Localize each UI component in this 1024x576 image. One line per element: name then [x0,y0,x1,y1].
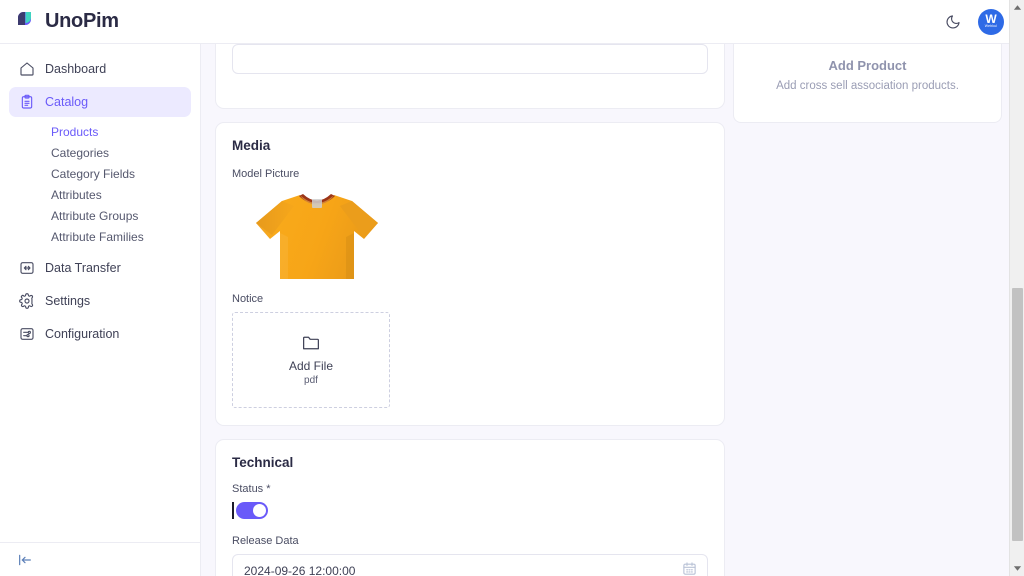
sidebar-item-configuration[interactable]: Configuration [9,319,191,349]
previous-section-spacer [216,74,724,108]
status-toggle-row [232,502,708,519]
brand-logo[interactable]: UnoPim [14,9,119,35]
status-toggle-knob [252,504,266,517]
avatar[interactable]: W Webkul [978,8,1004,35]
unopim-logo-icon [14,9,40,35]
media-card: Media Model Picture Notice Add File pdf [215,122,725,426]
notice-label: Notice [232,293,264,305]
folder-icon [301,334,321,357]
clipboard-icon [18,94,35,111]
scroll-up-arrow[interactable] [1010,0,1024,15]
text-caret [232,502,234,519]
sidebar-item-dashboard[interactable]: Dashboard [9,54,191,84]
sidebar-item-label: Dashboard [45,62,107,76]
sidebar-item-settings[interactable]: Settings [9,286,191,316]
sidebar-item-label: Settings [45,294,91,308]
status-label: Status * [232,483,271,495]
sidebar-item-catalog[interactable]: Catalog [9,87,191,117]
add-product-title[interactable]: Add Product [750,58,985,73]
home-icon [18,61,35,78]
sidebar-item-attribute-families[interactable]: Attribute Families [9,226,191,247]
scrollbar-thumb[interactable] [1012,288,1023,541]
gear-icon [18,293,35,310]
model-picture-label: Model Picture [232,168,300,180]
sidebar-subitem-label: Category Fields [51,166,136,181]
main-left-column: Media Model Picture Notice Add File pdf … [201,44,725,576]
avatar-initial: W [985,12,997,26]
tshirt-image [256,194,378,279]
app-header: UnoPim W Webkul [0,0,1024,44]
add-file-label: Add File [288,359,334,373]
sidebar-footer [0,542,200,576]
brand-name: UnoPim [45,10,119,32]
add-file-sublabel: pdf [304,375,318,386]
header-actions: W Webkul [942,8,1004,35]
sidebar-subitem-label: Categories [51,145,110,160]
avatar-sub: Webkul [984,24,998,28]
cross-sell-association-card: Add Product Add cross sell association p… [733,44,1002,123]
sidebar: Dashboard Catalog Products Categories Ca… [0,44,201,576]
page-scrollbar[interactable] [1009,0,1024,576]
technical-card: Technical Status * Release Data 2024-09-… [215,439,725,576]
sidebar-item-label: Configuration [45,327,120,341]
main-right-column: Add Product Add cross sell association p… [725,44,1024,576]
model-picture-thumbnail[interactable] [242,187,392,279]
release-date-input[interactable]: 2024-09-26 12:00:00 [232,554,708,576]
add-file-dropzone[interactable]: Add File pdf [232,312,390,408]
moon-icon[interactable] [942,11,964,33]
data-transfer-icon [18,260,35,277]
previous-section-input[interactable] [232,44,708,74]
previous-section-card [215,44,725,109]
main-content: Media Model Picture Notice Add File pdf … [201,44,1024,576]
sidebar-nav: Dashboard Catalog Products Categories Ca… [0,44,200,542]
sidebar-item-products[interactable]: Products [9,121,191,142]
app-body: Dashboard Catalog Products Categories Ca… [0,44,1024,576]
sidebar-subitem-label: Attributes [51,187,102,202]
sidebar-item-label: Catalog [45,95,89,109]
collapse-sidebar-icon[interactable] [16,551,34,569]
status-toggle[interactable] [235,502,268,519]
scroll-down-arrow[interactable] [1010,561,1024,576]
sidebar-item-data-transfer[interactable]: Data Transfer [9,253,191,283]
sidebar-item-category-fields[interactable]: Category Fields [9,163,191,184]
sidebar-catalog-submenu: Products Categories Category Fields Attr… [9,120,191,253]
sidebar-item-label: Data Transfer [45,261,121,275]
sidebar-item-attribute-groups[interactable]: Attribute Groups [9,205,191,226]
sidebar-subitem-label: Attribute Families [51,229,144,244]
add-product-subtitle: Add cross sell association products. [776,80,959,92]
calendar-icon[interactable] [682,561,697,576]
sidebar-item-categories[interactable]: Categories [9,142,191,163]
media-section-title: Media [232,138,271,153]
app-root: UnoPim W Webkul Dashboard Catalog Produc… [0,0,1024,576]
sliders-icon [18,326,35,343]
sidebar-item-attributes[interactable]: Attributes [9,184,191,205]
release-date-value: 2024-09-26 12:00:00 [244,563,356,576]
release-date-label: Release Data [232,535,299,547]
sidebar-subitem-label: Attribute Groups [51,208,139,223]
sidebar-subitem-label: Products [51,124,99,139]
technical-section-title: Technical [232,455,294,470]
